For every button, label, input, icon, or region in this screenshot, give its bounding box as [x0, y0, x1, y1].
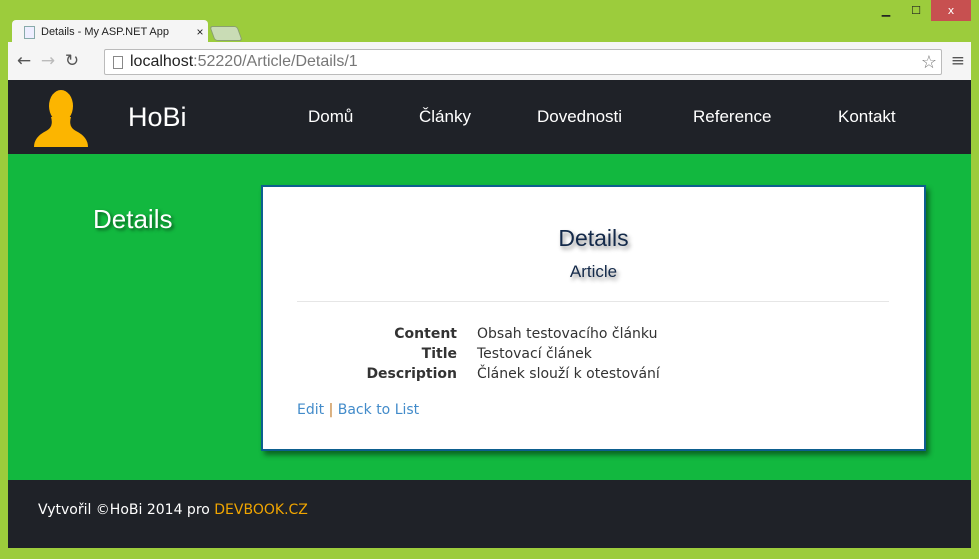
- detail-row: Description Článek slouží k otestování: [263, 364, 660, 384]
- minimize-button[interactable]: ▁: [871, 0, 901, 21]
- nav-link-clanky[interactable]: Články: [419, 107, 471, 127]
- field-label: Content: [394, 326, 457, 342]
- tab-close-icon[interactable]: ×: [192, 25, 208, 39]
- field-label: Title: [421, 346, 457, 362]
- new-tab-button[interactable]: [209, 26, 243, 41]
- edit-link[interactable]: Edit: [297, 402, 324, 418]
- nav-link-kontakt[interactable]: Kontakt: [838, 107, 896, 127]
- main-content: Details Details Article Content Obsah tes…: [8, 154, 971, 480]
- menu-icon[interactable]: ≡: [951, 51, 965, 71]
- nav-link-dovednosti[interactable]: Dovednosti: [537, 107, 622, 127]
- page-icon: [24, 25, 35, 39]
- url-host: localhost: [130, 53, 194, 70]
- action-links: Edit | Back to List: [297, 402, 419, 418]
- brand-logo[interactable]: HoBi: [128, 102, 187, 133]
- forward-icon[interactable]: →: [36, 51, 60, 71]
- detail-row: Content Obsah testovacího článku: [263, 324, 660, 344]
- bookmark-star-icon[interactable]: ☆: [921, 52, 937, 73]
- field-value: Článek slouží k otestování: [477, 366, 660, 382]
- browser-toolbar: ← → ↻ localhost:52220/Article/Details/1 …: [8, 42, 971, 80]
- nav-link-reference[interactable]: Reference: [693, 107, 771, 127]
- back-icon[interactable]: ←: [12, 51, 36, 71]
- site-navbar: HoBi Domů Články Dovednosti Reference Ko…: [8, 80, 971, 154]
- reload-icon[interactable]: ↻: [60, 51, 84, 71]
- page-title: Details: [558, 225, 629, 251]
- separator: |: [328, 402, 334, 418]
- close-window-button[interactable]: x: [931, 0, 971, 21]
- nav-link-domu[interactable]: Domů: [308, 107, 353, 127]
- user-avatar-icon: [34, 90, 88, 147]
- tab-title: Details - My ASP.NET App: [41, 26, 169, 38]
- page-icon: [113, 55, 123, 69]
- footer-text: Vytvořil ©HoBi 2014 pro: [38, 502, 215, 518]
- devbook-link[interactable]: DEVBOOK.CZ: [214, 502, 308, 518]
- field-value: Testovací článek: [477, 346, 592, 362]
- details-card: Details Article Content Obsah testovacího…: [261, 185, 926, 451]
- address-bar[interactable]: localhost:52220/Article/Details/1 ☆: [104, 49, 942, 75]
- divider: [297, 301, 889, 302]
- sidebar-title: Details: [93, 204, 173, 234]
- browser-tab[interactable]: Details - My ASP.NET App ×: [12, 20, 208, 44]
- maximize-button[interactable]: ☐: [901, 0, 931, 21]
- field-value: Obsah testovacího článku: [477, 326, 658, 342]
- field-label: Description: [366, 366, 457, 382]
- footer: Vytvořil ©HoBi 2014 pro DEVBOOK.CZ: [8, 480, 971, 548]
- detail-row: Title Testovací článek: [263, 344, 660, 364]
- back-to-list-link[interactable]: Back to List: [338, 402, 419, 418]
- details-list: Content Obsah testovacího článku Title Tes…: [263, 324, 660, 384]
- window-controls: ▁ ☐ x: [871, 0, 971, 21]
- url-path: :52220/Article/Details/1: [193, 53, 358, 70]
- entity-subtitle: Article: [569, 262, 618, 281]
